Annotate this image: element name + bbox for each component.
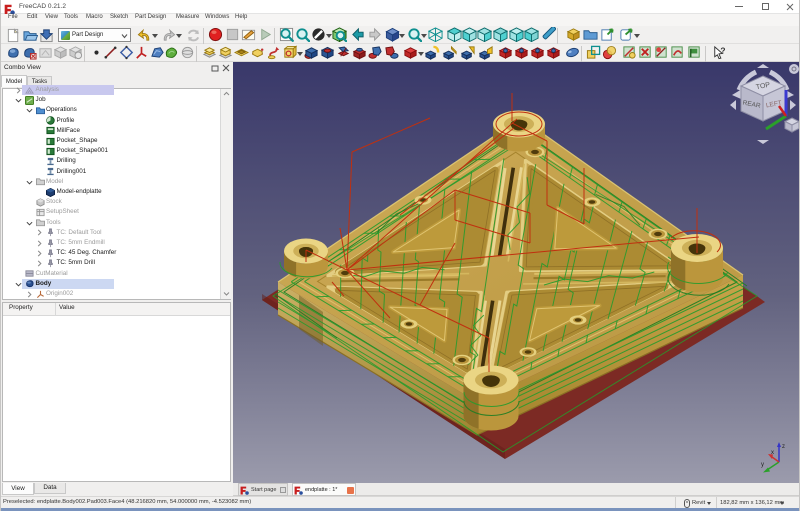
svg-text:?: ? — [720, 45, 725, 55]
svg-text:z: z — [782, 444, 785, 450]
svg-text:x: x — [771, 450, 774, 456]
svg-text:y: y — [761, 462, 764, 468]
